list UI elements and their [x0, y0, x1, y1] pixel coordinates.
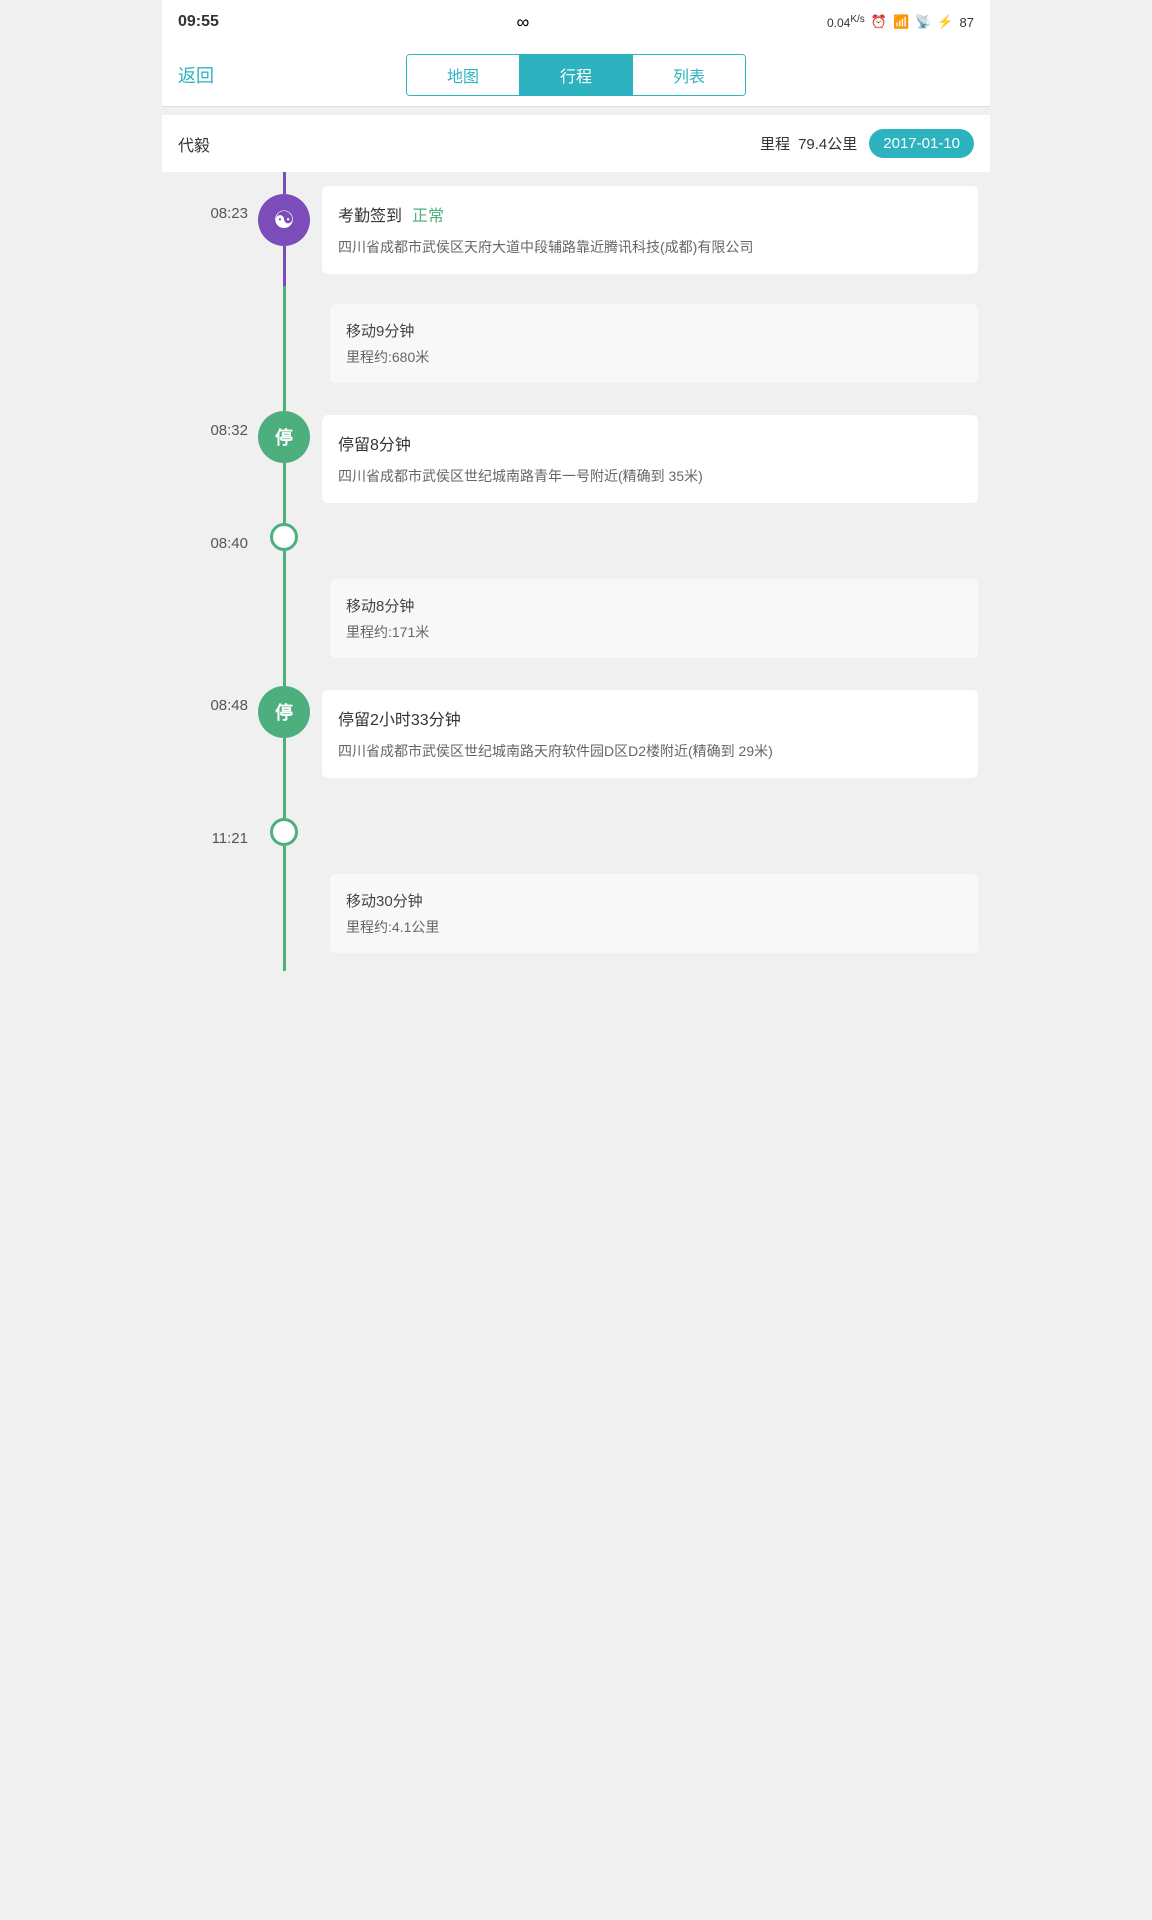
center-checkin: ☯ [252, 172, 316, 286]
center-move2 [252, 561, 316, 676]
tab-trip[interactable]: 行程 [520, 55, 633, 95]
status-speed: 0.04K/s [827, 14, 865, 30]
time-col-1: 08:23 [162, 172, 252, 286]
time-start-checkin: 08:23 [210, 202, 248, 221]
center-stop2: 停 [252, 676, 316, 856]
entry-checkin: 08:23 ☯ 考勤签到 正常 四川省成都市武侯区天府大道中段辅路靠近腾讯科技(… [162, 172, 990, 286]
move-duration-1: 移动9分钟 [346, 320, 962, 341]
tab-map[interactable]: 地图 [407, 55, 520, 95]
time-col-move3 [162, 856, 252, 971]
tab-list[interactable]: 列表 [633, 55, 745, 95]
stop-address-2: 四川省成都市武侯区世纪城南路天府软件园D区D2楼附近(精确到 29米) [338, 740, 962, 762]
move-card-3: 移动30分钟 里程约:4.1公里 [330, 874, 978, 953]
date-badge: 2017-01-10 [869, 129, 974, 158]
content-stop2: 停留2小时33分钟 四川省成都市武侯区世纪城南路天府软件园D区D2楼附近(精确到… [316, 676, 990, 856]
person-name: 代毅 [178, 132, 760, 156]
line-move2 [283, 561, 286, 676]
checkin-title: 考勤签到 正常 [338, 202, 962, 226]
move-duration-3: 移动30分钟 [346, 890, 962, 911]
center-stop1: 停 [252, 401, 316, 561]
content-move2: 移动8分钟 里程约:171米 [316, 561, 990, 676]
status-right: 0.04K/s ⏰ 📶 📡 ⚡ 87 [827, 14, 974, 30]
stop-dot-1: 停 [258, 411, 310, 463]
stop-end-dot-2 [270, 818, 298, 846]
content-move1: 移动9分钟 里程约:680米 [316, 286, 990, 401]
content-checkin: 考勤签到 正常 四川省成都市武侯区天府大道中段辅路靠近腾讯科技(成都)有限公司 [316, 172, 990, 286]
center-move3 [252, 856, 316, 971]
line-mid-stop2 [283, 738, 286, 818]
fingerprint-icon: ☯ [273, 206, 295, 235]
stop-title-1: 停留8分钟 [338, 431, 962, 455]
charge-icon: ⚡ [937, 14, 953, 30]
entry-move2: 移动8分钟 里程约:171米 [162, 561, 990, 676]
line-below-stop2 [283, 846, 286, 856]
summary-bar: 代毅 里程 79.4公里 2017-01-10 [162, 115, 990, 172]
move-distance-1: 里程约:680米 [346, 347, 962, 367]
line-mid-stop1 [283, 463, 286, 523]
status-time: 09:55 [178, 13, 219, 31]
line-above-stop2 [283, 676, 286, 686]
timeline: 08:23 ☯ 考勤签到 正常 四川省成都市武侯区天府大道中段辅路靠近腾讯科技(… [162, 172, 990, 991]
stop-label-1: 停 [275, 424, 293, 450]
infinity-icon: ∞ [517, 12, 530, 33]
stop-dot-2: 停 [258, 686, 310, 738]
wifi-icon: 📶 [893, 14, 909, 30]
line-bottom-purple [283, 246, 286, 286]
mileage-label: 里程 [760, 133, 790, 154]
back-button[interactable]: 返回 [178, 62, 238, 88]
time-col-stop1: 08:32 08:40 [162, 401, 252, 561]
stop-end-dot-1 [270, 523, 298, 551]
checkin-address: 四川省成都市武侯区天府大道中段辅路靠近腾讯科技(成都)有限公司 [338, 236, 962, 258]
line-move1 [283, 286, 286, 401]
nav-tabs: 地图 行程 列表 [406, 54, 746, 96]
line-move3 [283, 856, 286, 971]
checkin-status: 正常 [412, 202, 444, 226]
move-duration-2: 移动8分钟 [346, 595, 962, 616]
line-top-purple [283, 172, 286, 194]
line-above-stop1 [283, 401, 286, 411]
time-end-stop1: 08:40 [210, 536, 248, 551]
time-start-stop2: 08:48 [210, 694, 248, 713]
move-distance-2: 里程约:171米 [346, 622, 962, 642]
move-distance-3: 里程约:4.1公里 [346, 917, 962, 937]
stop-card-1: 停留8分钟 四川省成都市武侯区世纪城南路青年一号附近(精确到 35米) [322, 415, 978, 503]
clock-icon: ⏰ [871, 14, 887, 30]
stop-title-2: 停留2小时33分钟 [338, 706, 962, 730]
content-stop1: 停留8分钟 四川省成都市武侯区世纪城南路青年一号附近(精确到 35米) [316, 401, 990, 561]
entry-move1: 移动9分钟 里程约:680米 [162, 286, 990, 401]
entry-stop2: 08:48 11:21 停 停留2小时33分钟 四川省成都市武侯区世纪城南路天府… [162, 676, 990, 856]
center-move1 [252, 286, 316, 401]
entry-stop1: 08:32 08:40 停 停留8分钟 四川省成都市武侯区世纪城南路青年一号附近… [162, 401, 990, 561]
time-col-move1 [162, 286, 252, 401]
move-card-1: 移动9分钟 里程约:680米 [330, 304, 978, 383]
time-end-stop2: 11:21 [212, 831, 248, 846]
move-card-2: 移动8分钟 里程约:171米 [330, 579, 978, 658]
stop-label-2: 停 [275, 699, 293, 725]
entry-move3: 移动30分钟 里程约:4.1公里 [162, 856, 990, 971]
signal-icon: 📡 [915, 14, 931, 30]
checkin-card: 考勤签到 正常 四川省成都市武侯区天府大道中段辅路靠近腾讯科技(成都)有限公司 [322, 186, 978, 274]
nav-bar: 返回 地图 行程 列表 [162, 44, 990, 107]
stop-address-1: 四川省成都市武侯区世纪城南路青年一号附近(精确到 35米) [338, 465, 962, 487]
status-bar: 09:55 ∞ 0.04K/s ⏰ 📶 📡 ⚡ 87 [162, 0, 990, 44]
checkin-dot: ☯ [258, 194, 310, 246]
mileage-value: 79.4公里 [798, 133, 857, 154]
time-start-stop1: 08:32 [210, 419, 248, 438]
time-col-move2 [162, 561, 252, 676]
time-col-stop2: 08:48 11:21 [162, 676, 252, 856]
line-below-stop1 [283, 551, 286, 561]
battery-level: 87 [960, 15, 974, 30]
content-move3: 移动30分钟 里程约:4.1公里 [316, 856, 990, 971]
stop-card-2: 停留2小时33分钟 四川省成都市武侯区世纪城南路天府软件园D区D2楼附近(精确到… [322, 690, 978, 778]
